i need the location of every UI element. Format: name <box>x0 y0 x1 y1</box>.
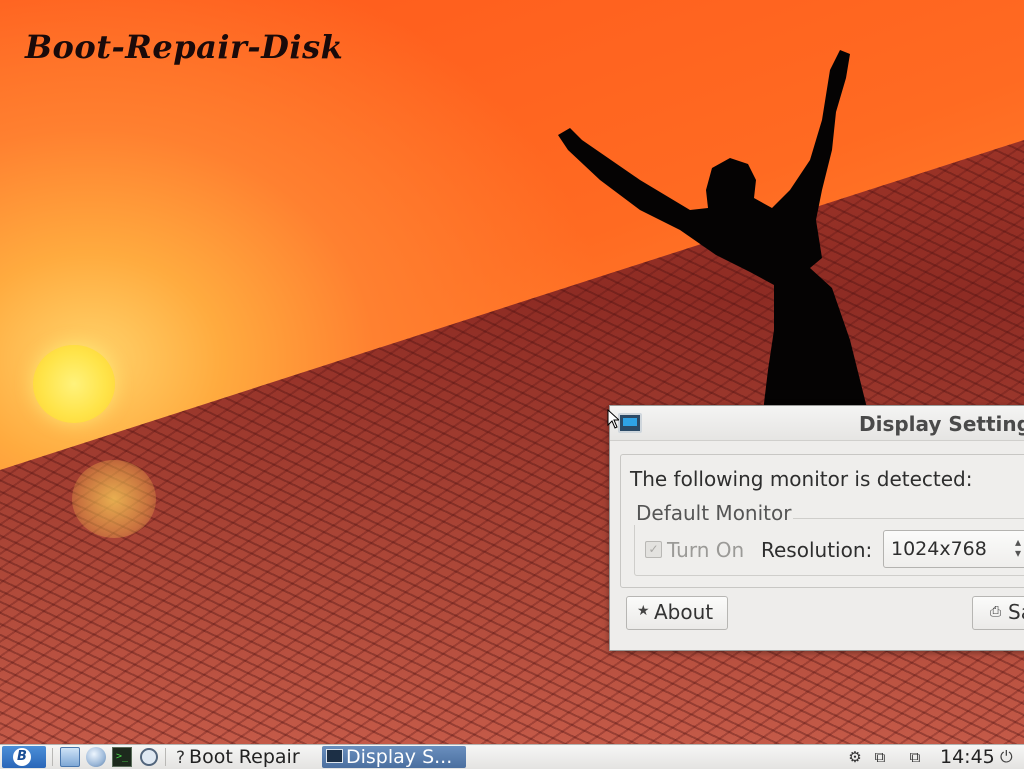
clock[interactable]: 14:45 <box>940 746 995 768</box>
taskbar-task-boot-repair[interactable]: ? Boot Repair <box>172 746 318 768</box>
resolution-select[interactable]: 1024x768 ▴ ▾ <box>883 530 1024 568</box>
terminal-icon[interactable]: >_ <box>112 747 132 767</box>
taskbar-separator <box>52 748 53 766</box>
start-menu-button[interactable]: B <box>2 746 46 768</box>
mouse-cursor-icon <box>607 409 619 429</box>
display-settings-dialog: Display Settings The following monitor i… <box>609 405 1024 651</box>
resolution-label: Resolution: <box>761 538 873 562</box>
taskbar-separator <box>165 748 166 766</box>
monitor-icon <box>326 749 343 763</box>
search-icon[interactable] <box>140 748 158 766</box>
wallpaper-silhouette <box>558 50 870 420</box>
save-button-label: Save <box>1008 600 1024 624</box>
network-icon[interactable]: ⧉ <box>905 748 925 766</box>
web-browser-icon[interactable] <box>86 747 106 767</box>
save-icon: ⎙ <box>990 604 1002 620</box>
detected-monitor-text: The following monitor is detected: <box>630 467 973 491</box>
power-icon[interactable]: ⏻ <box>1000 747 1013 767</box>
help-icon: ? <box>176 748 186 768</box>
taskbar: B >_ ? Boot Repair Display S... ⚙ ⧉ ⧉ 14:… <box>0 744 1024 769</box>
wallpaper-brand-text: Boot-Repair-Disk <box>25 28 344 66</box>
dialog-title: Display Settings <box>859 412 1024 436</box>
task-label: Boot Repair <box>189 746 300 768</box>
select-arrows-icon: ▴ ▾ <box>1015 535 1022 560</box>
monitor-icon <box>618 413 642 433</box>
boot-repair-disk-logo-icon: B <box>13 748 31 766</box>
task-label: Display S... <box>346 746 453 768</box>
about-button[interactable]: ★ About <box>626 596 728 630</box>
network-wired-icon[interactable]: ⚙ <box>845 748 865 766</box>
about-button-label: About <box>654 600 714 624</box>
file-manager-icon[interactable] <box>60 747 80 767</box>
turn-on-checkbox[interactable]: ✓ <box>645 541 662 558</box>
star-icon: ★ <box>637 603 650 619</box>
network-icon[interactable]: ⧉ <box>870 748 890 766</box>
wallpaper-sun-reflection <box>72 460 156 538</box>
resolution-value: 1024x768 <box>891 538 987 560</box>
wallpaper-sun <box>33 345 115 423</box>
dialog-titlebar[interactable]: Display Settings <box>610 406 1024 441</box>
monitor-frame-label: Default Monitor <box>634 501 794 525</box>
taskbar-task-display-settings[interactable]: Display S... <box>322 746 466 768</box>
save-button[interactable]: ⎙ Save <box>972 596 1024 630</box>
turn-on-label: Turn On <box>667 538 745 562</box>
